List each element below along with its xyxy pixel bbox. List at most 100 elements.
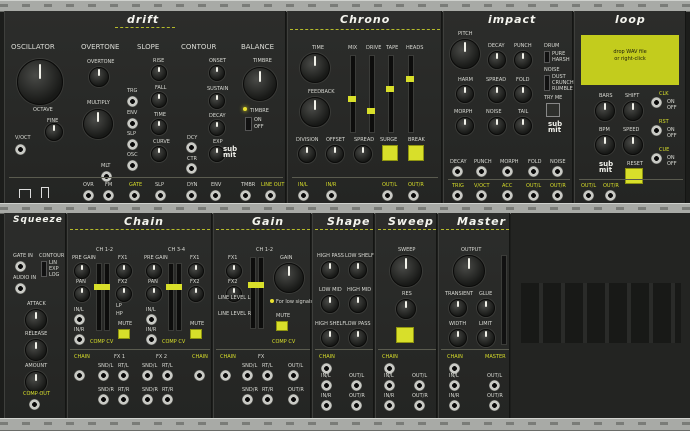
drive-slider[interactable] xyxy=(367,55,375,133)
rtn-r-jack-2[interactable] xyxy=(162,394,173,405)
sweep-in-r-jack[interactable] xyxy=(384,400,395,411)
break-button[interactable] xyxy=(408,145,424,161)
onset-knob[interactable] xyxy=(209,65,225,81)
feedback-knob[interactable] xyxy=(300,97,330,127)
gain-mute-button[interactable] xyxy=(276,321,288,331)
heads-slider[interactable] xyxy=(406,55,414,133)
gain-fader-r[interactable] xyxy=(256,257,264,329)
sweep-mode-button[interactable] xyxy=(396,327,414,343)
gain-out-r-jack[interactable] xyxy=(288,394,299,405)
gain-chain-jack[interactable] xyxy=(220,370,231,381)
release-knob[interactable] xyxy=(25,339,47,361)
impact-noise-knob[interactable] xyxy=(488,117,506,135)
noise-switch[interactable] xyxy=(544,75,550,91)
sweep-out-r-jack[interactable] xyxy=(414,400,425,411)
fx2-knob-2[interactable] xyxy=(188,286,204,302)
pre-gain-knob-1[interactable] xyxy=(74,263,90,279)
impact-out-l-jack[interactable] xyxy=(528,190,539,201)
sweep-out-l-jack[interactable] xyxy=(414,380,425,391)
low-mid-knob[interactable] xyxy=(321,295,339,313)
chain-in-jack[interactable] xyxy=(74,370,85,381)
clk-jack[interactable] xyxy=(651,97,662,108)
octave-knob[interactable] xyxy=(17,59,63,105)
mute-button-1[interactable] xyxy=(118,329,130,339)
surge-button[interactable] xyxy=(382,145,398,161)
multiply-knob[interactable] xyxy=(83,109,113,139)
offset-knob[interactable] xyxy=(326,145,344,163)
curve-knob[interactable] xyxy=(151,146,167,162)
impact-fold-cv-jack[interactable] xyxy=(528,166,539,177)
try-me-button[interactable] xyxy=(546,103,560,117)
shape-out-r-jack[interactable] xyxy=(351,400,362,411)
fx1-knob-1[interactable] xyxy=(116,263,132,279)
fall-knob[interactable] xyxy=(151,92,167,108)
timbre-knob[interactable] xyxy=(243,67,277,101)
bars-knob[interactable] xyxy=(595,101,615,121)
in-l-jack-1[interactable] xyxy=(74,314,85,325)
impact-voct-jack[interactable] xyxy=(476,190,487,201)
fx1-knob-2[interactable] xyxy=(188,263,204,279)
gain-rtn-r-jack[interactable] xyxy=(262,394,273,405)
gain-snd-l-jack[interactable] xyxy=(242,370,253,381)
ovr-jack[interactable] xyxy=(83,190,94,201)
decay-knob[interactable] xyxy=(209,120,225,136)
chrono-in-l-jack[interactable] xyxy=(298,190,309,201)
master-out-r-jack[interactable] xyxy=(489,400,500,411)
morph-knob[interactable] xyxy=(456,117,474,135)
acc-jack[interactable] xyxy=(502,190,513,201)
division-knob[interactable] xyxy=(298,145,316,163)
contour-switch[interactable] xyxy=(41,261,47,277)
mix-slider[interactable] xyxy=(348,55,356,133)
shape-in-r-jack[interactable] xyxy=(321,400,332,411)
master-out-l-jack[interactable] xyxy=(489,380,500,391)
loop-out-r-jack[interactable] xyxy=(605,190,616,201)
glue-knob[interactable] xyxy=(477,299,495,317)
gain-out-l-jack[interactable] xyxy=(288,370,299,381)
timbre-switch[interactable] xyxy=(245,117,252,131)
high-mid-knob[interactable] xyxy=(349,295,367,313)
gain-snd-r-jack[interactable] xyxy=(242,394,253,405)
chain-out-jack[interactable] xyxy=(194,370,205,381)
tmbr-jack[interactable] xyxy=(240,190,251,201)
trg-jack[interactable] xyxy=(127,96,138,107)
gain-rtn-l-jack[interactable] xyxy=(262,370,273,381)
snd-l-jack[interactable] xyxy=(98,370,109,381)
chrono-time-knob[interactable] xyxy=(300,53,330,83)
voct-jack[interactable] xyxy=(15,144,26,155)
bpm-knob[interactable] xyxy=(595,135,615,155)
impact-decay-cv-jack[interactable] xyxy=(452,166,463,177)
spread-knob-chrono[interactable] xyxy=(354,145,372,163)
tail-knob[interactable] xyxy=(514,117,532,135)
fine-knob[interactable] xyxy=(45,123,63,141)
high-pass-knob[interactable] xyxy=(321,261,339,279)
punch-knob[interactable] xyxy=(514,51,532,69)
low-shelf-knob[interactable] xyxy=(349,261,367,279)
high-shelf-knob[interactable] xyxy=(321,329,339,347)
master-in-l-jack[interactable] xyxy=(449,380,460,391)
gate-jack[interactable] xyxy=(129,190,140,201)
pre-gain-knob-2[interactable] xyxy=(146,263,162,279)
snd-r-jack-2[interactable] xyxy=(142,394,153,405)
sustain-knob[interactable] xyxy=(209,93,225,109)
shape-out-l-jack[interactable] xyxy=(351,380,362,391)
sweep-in-l-jack[interactable] xyxy=(384,380,395,391)
pan-knob-1[interactable] xyxy=(74,286,90,302)
osc-jack[interactable] xyxy=(127,160,138,171)
overtone-knob[interactable] xyxy=(89,67,109,87)
in-r-jack-1[interactable] xyxy=(74,334,85,345)
impact-punch-cv-jack[interactable] xyxy=(476,166,487,177)
fm-jack[interactable] xyxy=(103,190,114,201)
cue-jack[interactable] xyxy=(651,153,662,164)
rtn-l-jack[interactable] xyxy=(118,370,129,381)
harm-knob[interactable] xyxy=(456,85,474,103)
line-out-jack[interactable] xyxy=(265,190,276,201)
ctr-jack[interactable] xyxy=(186,163,197,174)
impact-morph-cv-jack[interactable] xyxy=(502,166,513,177)
shape-in-l-jack[interactable] xyxy=(321,380,332,391)
drum-switch[interactable] xyxy=(544,51,550,63)
ch4-fader[interactable] xyxy=(174,263,182,331)
shift-knob[interactable] xyxy=(623,101,643,121)
impact-spread-knob[interactable] xyxy=(488,85,506,103)
low-pass-knob[interactable] xyxy=(349,329,367,347)
ch2-fader[interactable] xyxy=(102,263,110,331)
